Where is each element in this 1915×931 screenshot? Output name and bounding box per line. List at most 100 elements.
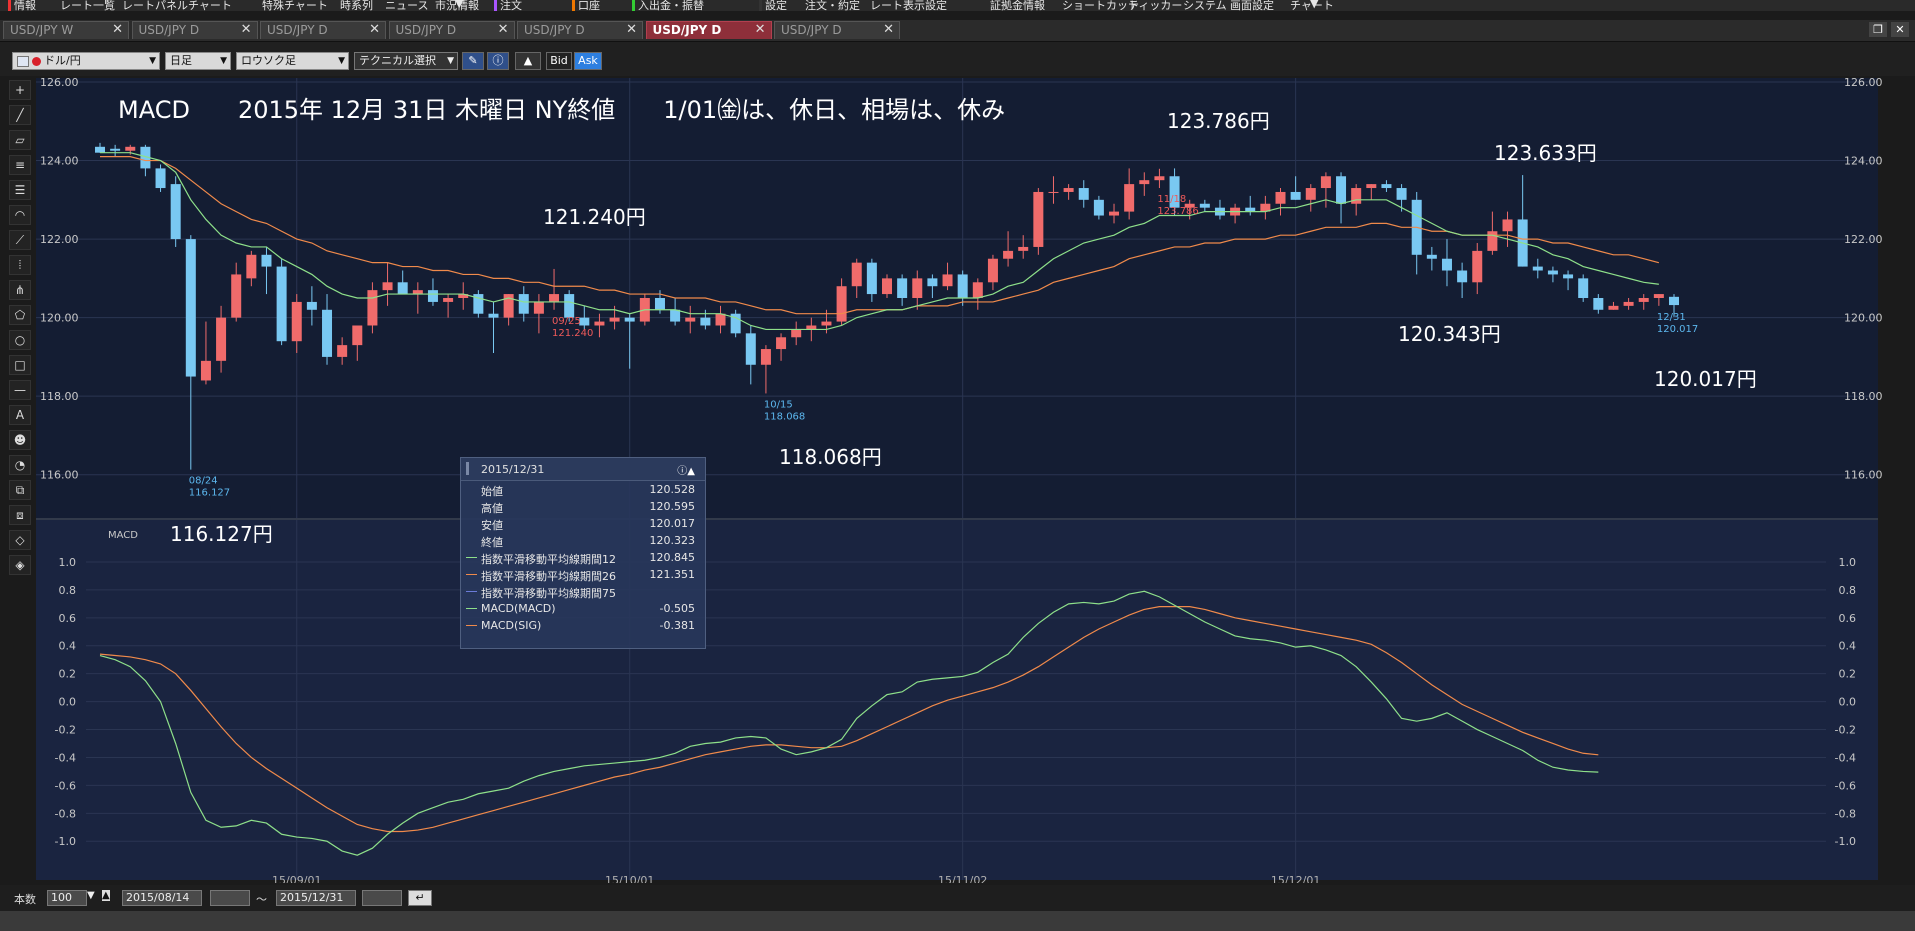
hline-icon[interactable]: — (9, 380, 31, 400)
candle-body (1305, 188, 1316, 200)
crosshair-icon[interactable]: + (9, 80, 31, 100)
menu-item[interactable]: 口座 (578, 0, 600, 11)
menu-marker (632, 0, 635, 11)
series-swatch (466, 574, 477, 575)
candle-body (1048, 191, 1059, 193)
eraser-icon[interactable]: ◇ (9, 530, 31, 550)
bid-button[interactable]: Bid (546, 52, 572, 70)
close-tab-icon[interactable]: ✕ (626, 22, 637, 37)
grid-icon[interactable]: ⦙ (9, 255, 31, 275)
pentagon-icon[interactable]: ⬠ (9, 305, 31, 325)
layers-icon[interactable]: ⧈ (9, 505, 31, 525)
menu-item[interactable]: ティッカー (1128, 0, 1182, 11)
count-label: 本数 (14, 893, 36, 906)
candle-body (306, 301, 317, 310)
chart-area[interactable]: 126.00 126.00 124.00 124.00 122.00 122.00 120.… (36, 78, 1915, 883)
price-tick-left: 116.00 (40, 469, 79, 482)
fan-icon[interactable]: ⟋ (9, 230, 31, 250)
apply-button[interactable]: ↵ (408, 890, 432, 906)
ruler-icon[interactable]: ▱ (9, 130, 31, 150)
menu-item[interactable]: システム (1183, 0, 1227, 11)
info-panel-header[interactable]: 2015/12/31 ⓘ▲ (461, 458, 705, 481)
pencil-button[interactable]: ✎ (462, 52, 484, 70)
lines-icon[interactable]: ≡ (9, 155, 31, 175)
tab-1[interactable]: USD/JPY W ✕ (3, 21, 129, 39)
menu-item[interactable]: ▼ (455, 0, 463, 10)
menu-item[interactable]: 注文 (500, 0, 522, 11)
bid-label: Bid (550, 54, 568, 67)
menu-item[interactable]: 設定 (765, 0, 787, 11)
channel-icon[interactable]: ☰ (9, 180, 31, 200)
candle-body (609, 317, 620, 322)
candle-body (1502, 219, 1513, 232)
count-input[interactable]: 100 (47, 890, 87, 906)
pitchfork-icon[interactable]: ⋔ (9, 280, 31, 300)
tab-3[interactable]: USD/JPY D ✕ (260, 21, 386, 39)
status-bar: 本数 100 ▼ ▲ 2015/08/14 ～ 2015/12/31 ↵ (0, 885, 1915, 911)
technical-select[interactable]: テクニカル選択 ▼ (354, 52, 458, 70)
candle-body (1366, 184, 1377, 189)
macd-tick-right: 1.0 (1839, 556, 1857, 569)
tab-4[interactable]: USD/JPY D ✕ (388, 21, 515, 39)
eraser-all-icon[interactable]: ◈ (9, 555, 31, 575)
menu-item[interactable]: 画面設定 (1230, 0, 1274, 11)
copy-icon[interactable]: ⧉ (9, 480, 31, 500)
info-collapse-icon[interactable]: ⓘ▲ (677, 462, 695, 477)
info-icon: ⓘ (492, 54, 504, 67)
line-icon[interactable]: ╱ (9, 105, 31, 125)
close-tab-icon[interactable]: ✕ (112, 22, 123, 37)
area-chart-button[interactable]: ▲ (515, 52, 541, 70)
close-tab-icon[interactable]: ✕ (498, 22, 509, 37)
end-date-input[interactable]: 2015/12/31 (276, 890, 356, 906)
tab-2[interactable]: USD/JPY D ✕ (131, 21, 258, 39)
tab-label: USD/JPY D (524, 23, 585, 37)
menu-item[interactable]: チャート (188, 0, 232, 11)
tab-5[interactable]: USD/JPY D ✕ (517, 21, 643, 39)
menu-item[interactable]: 情報 (14, 0, 36, 11)
restore-icon[interactable]: ❐ (1869, 22, 1887, 37)
menu-item[interactable]: レート表示設定 (870, 0, 947, 11)
start-time-input[interactable] (210, 890, 250, 906)
close-tab-icon[interactable]: ✕ (369, 22, 380, 37)
chart-type-select[interactable]: ロウソク足 ▼ (236, 52, 349, 70)
ask-button[interactable]: Ask (574, 52, 602, 70)
smiley-icon[interactable]: ☻ (9, 430, 31, 450)
start-date-input[interactable]: 2015/08/14 (122, 890, 202, 906)
rectangle-icon[interactable]: □ (9, 355, 31, 375)
count-up-icon[interactable]: ▲ (102, 890, 110, 901)
menu-item[interactable]: 特殊チャート (262, 0, 328, 11)
menu-item[interactable]: 注文・約定 (805, 0, 860, 11)
info-value: 120.845 (649, 551, 696, 564)
menu-item[interactable]: ニュース (385, 0, 428, 11)
close-tab-icon[interactable]: ✕ (755, 22, 766, 37)
circle-icon[interactable]: ○ (9, 330, 31, 350)
close-tab-icon[interactable]: ✕ (241, 22, 252, 37)
candle-body (216, 317, 227, 361)
tab-7[interactable]: USD/JPY D ✕ (774, 21, 900, 39)
close-window-icon[interactable]: ✕ (1891, 22, 1909, 37)
info-value: 121.351 (649, 568, 696, 581)
end-time-input[interactable] (362, 890, 402, 906)
drag-handle[interactable] (466, 462, 469, 475)
macd-tick-left: -0.6 (55, 779, 76, 792)
menu-item[interactable]: 入出金・振替 (638, 0, 704, 11)
menu-item[interactable]: レートパネル (122, 0, 188, 11)
arc-icon[interactable]: ◠ (9, 205, 31, 225)
menu-item[interactable]: レート一覧 (60, 0, 115, 11)
close-tab-icon[interactable]: ✕ (883, 22, 894, 37)
text-icon[interactable]: A (9, 405, 31, 425)
price-tick-left: 126.00 (40, 78, 79, 89)
x-tick-label: 15/10/01 (605, 874, 654, 883)
menu-item[interactable]: 証拠金情報 (990, 0, 1045, 11)
currency-pair-select[interactable]: ドル/円 ▼ (12, 52, 160, 70)
menu-item[interactable]: 時系列 (340, 0, 373, 11)
tab-6[interactable]: USD/JPY D ✕ (645, 21, 772, 39)
chevron-down-icon: ▼ (149, 56, 156, 66)
paint-icon[interactable]: ◔ (9, 455, 31, 475)
candle-body (1199, 203, 1210, 208)
count-down-icon[interactable]: ▼ (87, 890, 95, 901)
menu-item[interactable]: ▼ (1310, 0, 1318, 10)
info-button[interactable]: ⓘ (487, 52, 509, 70)
period-select[interactable]: 日足 ▼ (165, 52, 231, 70)
return-icon: ↵ (415, 891, 425, 904)
